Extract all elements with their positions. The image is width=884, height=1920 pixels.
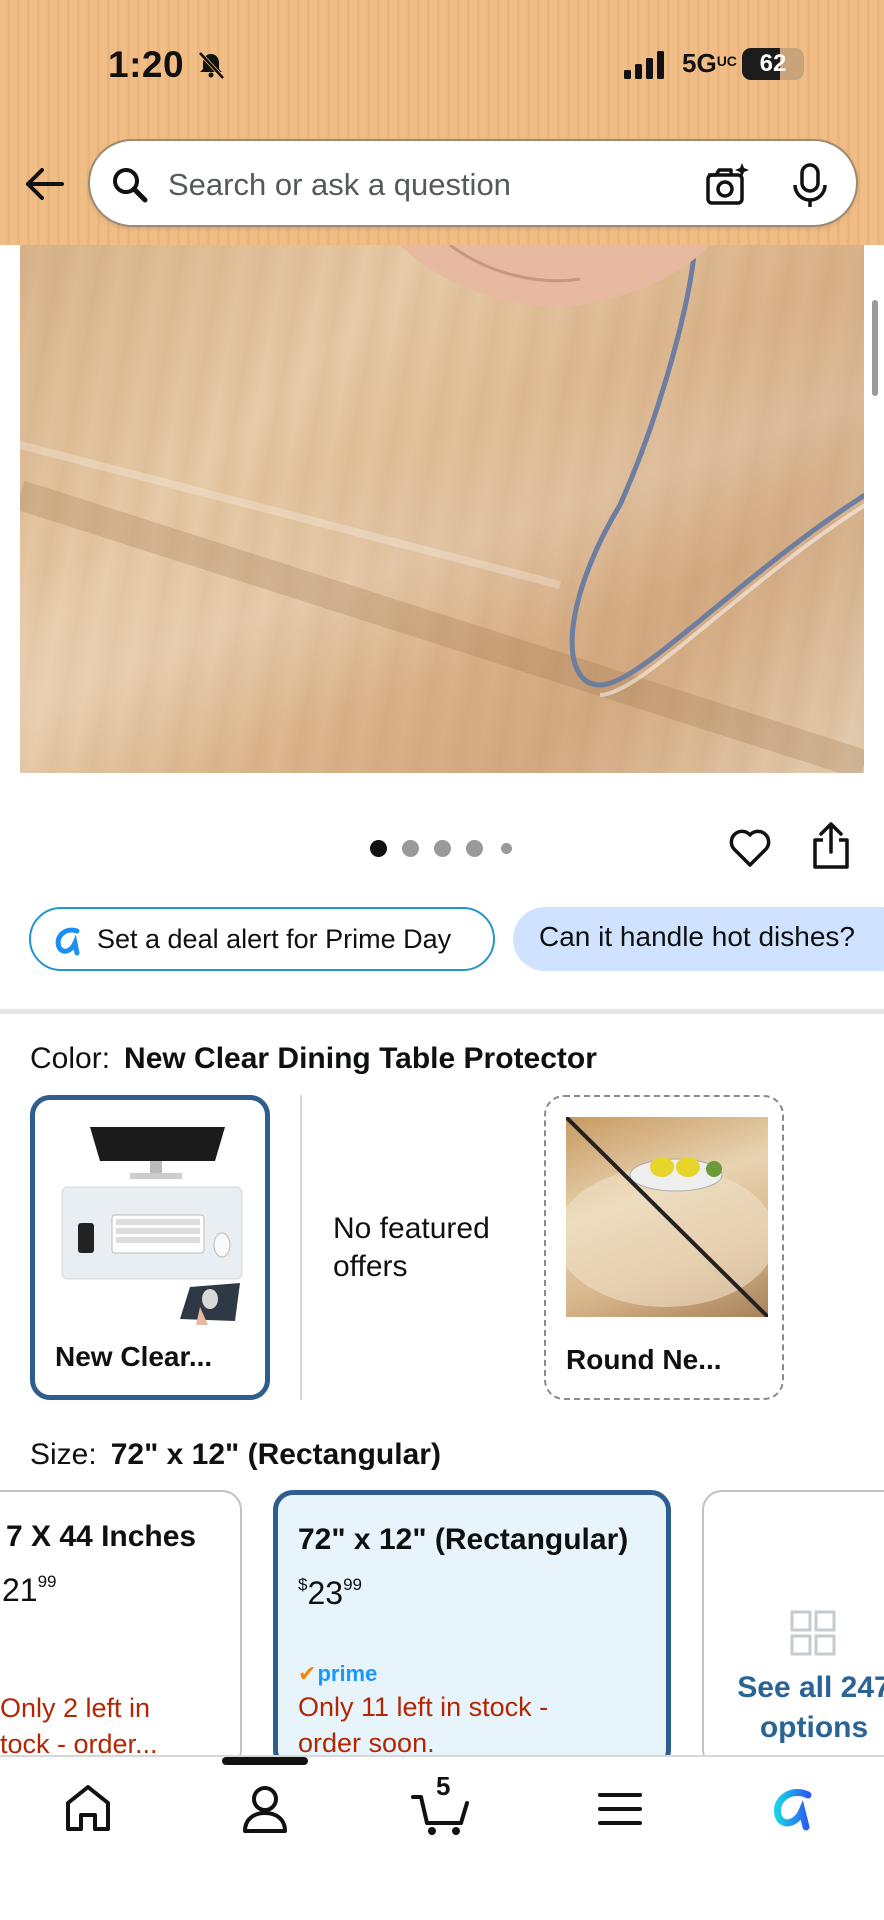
pagination-dot-active[interactable]: [370, 840, 387, 857]
size-label: Size:: [30, 1438, 97, 1471]
question-chip[interactable]: Can it handle hot dishes?: [513, 907, 884, 971]
account-icon[interactable]: [237, 1779, 293, 1839]
microphone-icon[interactable]: [790, 161, 830, 209]
pagination-dot[interactable]: [402, 840, 419, 857]
color-selected: New Clear Dining Table Protector: [124, 1042, 597, 1075]
color-heading: Color: New Clear Dining Table Protector: [30, 1042, 597, 1076]
deal-alert-label: Set a deal alert for Prime Day: [97, 924, 452, 954]
see-all-options-card[interactable]: See all 247 options: [702, 1490, 884, 1770]
color-option-label: New Clear...: [55, 1341, 213, 1372]
home-icon[interactable]: [60, 1779, 116, 1839]
size-option-title: 72" x 12" (Rectangular): [298, 1523, 629, 1556]
stock-warning: Only 11 left in stock -: [298, 1692, 549, 1722]
size-option-price: 2199: [2, 1572, 57, 1608]
menu-icon[interactable]: [592, 1779, 648, 1839]
silent-bell-icon: [198, 51, 225, 80]
search-icon: [113, 168, 148, 203]
rufus-ai-icon[interactable]: [766, 1779, 822, 1839]
stock-warning: Only 2 left in: [0, 1693, 151, 1723]
bottom-tab-bar: 5: [0, 1755, 884, 1920]
round-table-thumbnail: [566, 1117, 768, 1317]
see-all-options-link[interactable]: See all 247 options: [704, 1668, 884, 1748]
product-image[interactable]: [20, 245, 864, 773]
pagination-dot[interactable]: [501, 843, 512, 854]
prime-badge: ✔prime: [298, 1661, 378, 1686]
grid-icon: [790, 1610, 836, 1656]
table-protector-photo: [20, 245, 864, 773]
pagination-dot[interactable]: [434, 840, 451, 857]
product-page: 1:20 5GUC 62 Search or ask a question Se…: [0, 0, 884, 1920]
section-divider: [0, 1009, 884, 1014]
search-bar[interactable]: Search or ask a question: [88, 139, 858, 227]
cart-count: 5: [436, 1771, 451, 1801]
camera-lens-icon[interactable]: [702, 161, 750, 209]
back-arrow-icon[interactable]: [20, 160, 68, 208]
heart-icon[interactable]: [728, 826, 772, 870]
share-icon[interactable]: [810, 822, 852, 870]
size-selected: 72" x 12" (Rectangular): [110, 1438, 441, 1471]
desk-mat-thumbnail: [61, 1127, 243, 1325]
deal-alert-chip[interactable]: Set a deal alert for Prime Day: [29, 907, 495, 971]
status-time: 1:20: [108, 44, 185, 85]
battery-indicator: 62: [742, 48, 804, 80]
rufus-ai-icon: [55, 927, 80, 956]
search-placeholder: Search or ask a question: [168, 167, 511, 202]
swatch-separator: [300, 1095, 302, 1400]
active-tab-indicator: [222, 1757, 308, 1765]
size-option-card-selected[interactable]: 72" x 12" (Rectangular) $2399 ✔prime Onl…: [273, 1490, 671, 1770]
color-label: Color:: [30, 1042, 111, 1075]
pagination-dot[interactable]: [466, 840, 483, 857]
size-heading: Size: 72" x 12" (Rectangular): [30, 1438, 441, 1472]
size-option-price: $2399: [298, 1575, 362, 1611]
cellular-signal-icon: [624, 51, 664, 79]
size-option-title: 7 X 44 Inches: [6, 1520, 197, 1553]
question-label: Can it handle hot dishes?: [539, 921, 855, 952]
color-option-round[interactable]: Round Ne...: [544, 1095, 784, 1400]
network-type: 5GUC: [682, 48, 737, 78]
prime-check-icon: ✔: [298, 1661, 317, 1686]
color-option-label: Round Ne...: [566, 1344, 722, 1375]
color-option-new-clear[interactable]: New Clear...: [30, 1095, 270, 1400]
no-featured-offers[interactable]: No featured offers: [333, 1210, 523, 1286]
header-bar: 1:20 5GUC 62 Search or ask a question: [0, 0, 884, 245]
scroll-indicator: [872, 300, 878, 396]
size-option-card[interactable]: 7 X 44 Inches 2199 Only 2 left in tock -…: [0, 1490, 242, 1770]
